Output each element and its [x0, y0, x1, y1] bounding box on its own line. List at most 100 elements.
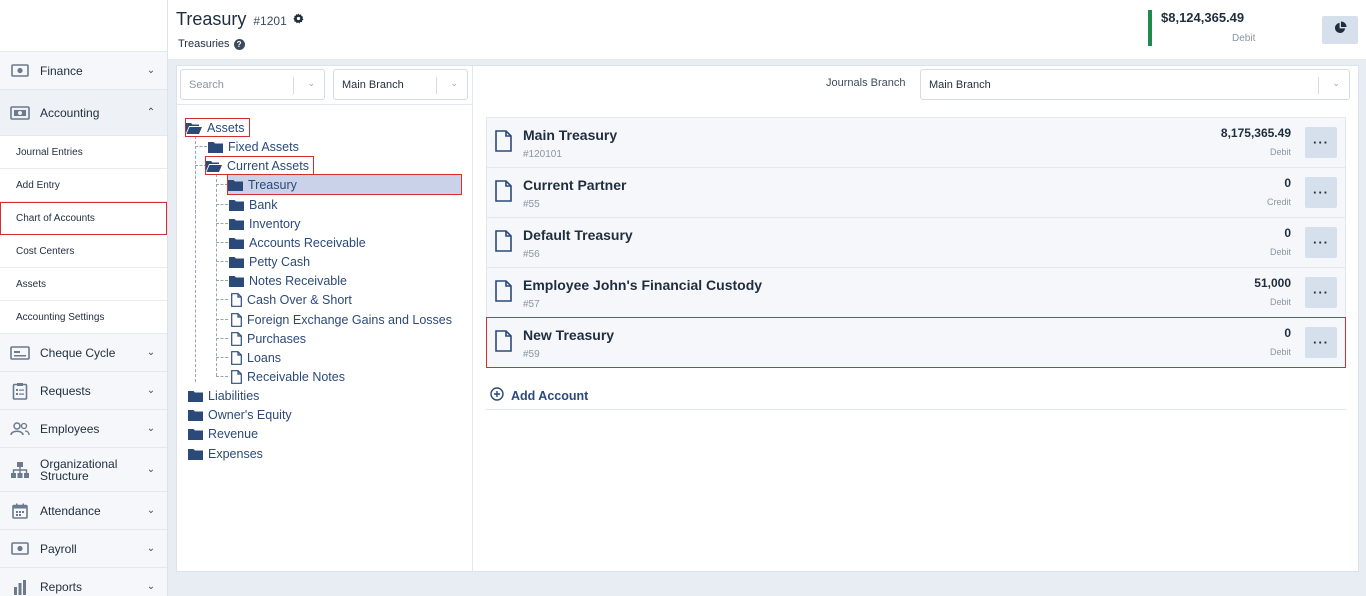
sub-assets[interactable]: Assets: [0, 268, 167, 301]
gear-icon[interactable]: [293, 13, 304, 27]
nav-attendance[interactable]: Attendance ⌄: [0, 492, 167, 530]
nav-reports[interactable]: Reports ⌄: [0, 568, 167, 596]
sub-journal-entries[interactable]: Journal Entries: [0, 136, 167, 169]
cheque-icon: [10, 345, 30, 361]
journals-branch-select[interactable]: Main Branch ⌄: [920, 69, 1350, 100]
branch-select-value: Main Branch: [342, 78, 404, 91]
account-card[interactable]: Current Partner #55 0 Credit ···: [486, 167, 1346, 217]
account-balance-type: Debit: [1269, 147, 1291, 157]
tree-node-label: Liabilities: [208, 388, 260, 403]
tree-node-label: Assets: [207, 120, 245, 135]
nav-employees[interactable]: Employees ⌄: [0, 410, 167, 448]
nav-finance[interactable]: Finance ⌄: [0, 52, 167, 90]
nav-org-structure[interactable]: Organizational Structure ⌄: [0, 448, 167, 492]
tree-node-current-assets[interactable]: Current Assets: [205, 156, 314, 175]
file-icon: [231, 331, 242, 346]
account-name: Default Treasury: [523, 227, 633, 243]
tree-node-label: Purchases: [247, 331, 307, 346]
more-actions-button[interactable]: ···: [1305, 227, 1337, 258]
tree-node-label: Notes Receivable: [249, 273, 347, 288]
users-icon: [10, 421, 30, 437]
chevron-down-icon: ⌄: [307, 78, 315, 88]
tree-node-purchases[interactable]: Purchases: [231, 330, 310, 347]
account-card[interactable]: Default Treasury #56 0 Debit ···: [486, 217, 1346, 267]
file-icon: [231, 292, 242, 307]
account-amount: 8,175,365.49: [1220, 126, 1291, 140]
nav-cheque-cycle-label: Cheque Cycle: [40, 345, 116, 360]
tree-node-label: Inventory: [249, 216, 301, 231]
branch-select[interactable]: Main Branch ⌄: [333, 69, 468, 100]
account-code: #56: [523, 249, 540, 260]
tree-node-treasury[interactable]: Treasury: [227, 174, 462, 195]
more-actions-button[interactable]: ···: [1305, 177, 1337, 208]
file-icon: [231, 369, 242, 384]
nav-payroll[interactable]: Payroll ⌄: [0, 530, 167, 568]
account-card[interactable]: Employee John's Financial Custody #57 51…: [486, 267, 1346, 317]
file-icon: [495, 180, 512, 207]
tree-node-liabilities[interactable]: Liabilities: [188, 387, 263, 404]
tree-node-label: Foreign Exchange Gains and Losses: [247, 312, 452, 327]
nav-payroll-label: Payroll: [40, 541, 77, 556]
accounts-list-pane: Journals Branch Main Branch ⌄ Main Treas…: [474, 66, 1358, 571]
nav-attendance-label: Attendance: [40, 503, 101, 518]
nav-requests[interactable]: Requests ⌄: [0, 372, 167, 410]
sidebar: Finance ⌄ Accounting ⌃ Journal Entries A…: [0, 0, 168, 596]
file-icon: [495, 230, 512, 257]
chevron-down-icon: ⌄: [146, 423, 156, 434]
account-cards: Main Treasury #120101 8,175,365.49 Debit…: [486, 117, 1346, 368]
nav-cheque-cycle[interactable]: Cheque Cycle ⌄: [0, 334, 167, 372]
balance-summary: $8,124,365.49 Debit: [1148, 10, 1278, 46]
folder-icon: [229, 237, 244, 249]
folder-icon: [229, 218, 244, 230]
account-code: #120101: [523, 149, 562, 160]
pie-chart-button[interactable]: [1322, 16, 1358, 44]
account-card[interactable]: New Treasury #59 0 Debit ···: [486, 317, 1346, 368]
tree-node-loans[interactable]: Loans: [231, 349, 285, 366]
tree-node-assets[interactable]: Assets: [185, 118, 250, 137]
more-actions-button[interactable]: ···: [1305, 327, 1337, 358]
account-amount: 51,000: [1254, 276, 1291, 290]
money-icon: [10, 105, 30, 121]
folder-icon: [229, 256, 244, 268]
tree-node-notes-receivable[interactable]: Notes Receivable: [229, 272, 351, 289]
tree-node-revenue[interactable]: Revenue: [188, 425, 262, 442]
sub-accounting-settings[interactable]: Accounting Settings: [0, 301, 167, 334]
tree-node-label: Accounts Receivable: [249, 235, 366, 250]
tree-node-label: Loans: [247, 350, 282, 365]
account-name: New Treasury: [523, 327, 615, 343]
tree-node-label: Treasury: [248, 177, 297, 192]
file-icon: [231, 350, 242, 365]
page-subtitle: Treasuries ?: [178, 38, 245, 50]
account-card[interactable]: Main Treasury #120101 8,175,365.49 Debit…: [486, 117, 1346, 167]
nav-accounting-label: Accounting: [40, 105, 100, 120]
add-account-button[interactable]: Add Account: [486, 382, 1346, 410]
tree-node-owners-equity[interactable]: Owner's Equity: [188, 406, 296, 423]
folder-open-icon: [206, 160, 222, 172]
account-balance-type: Debit: [1269, 297, 1291, 307]
sub-cost-centers[interactable]: Cost Centers: [0, 235, 167, 268]
help-icon[interactable]: ?: [233, 38, 245, 50]
sub-chart-of-accounts[interactable]: Chart of Accounts: [0, 202, 167, 235]
account-balance-type: Debit: [1269, 347, 1291, 357]
cash-icon: [10, 63, 30, 79]
tree-node-fx-gains-losses[interactable]: Foreign Exchange Gains and Losses: [231, 311, 456, 328]
tree-node-cash-over-short[interactable]: Cash Over & Short: [231, 291, 356, 308]
tree-search-input[interactable]: Search ⌄: [180, 69, 325, 100]
tree-node-accounts-receivable[interactable]: Accounts Receivable: [229, 234, 370, 251]
sub-add-entry[interactable]: Add Entry: [0, 169, 167, 202]
tree-node-expenses[interactable]: Expenses: [188, 445, 267, 462]
more-actions-button[interactable]: ···: [1305, 277, 1337, 308]
more-actions-button[interactable]: ···: [1305, 127, 1337, 158]
tree-node-petty-cash[interactable]: Petty Cash: [229, 253, 314, 270]
chevron-down-icon: ⌄: [146, 347, 156, 358]
tree-node-fixed-assets[interactable]: Fixed Assets: [208, 138, 303, 155]
page-header: Treasury #1201 Treasuries ? $8,124,365.4…: [168, 0, 1366, 60]
tree-node-inventory[interactable]: Inventory: [229, 215, 304, 232]
nav-accounting[interactable]: Accounting ⌃: [0, 90, 167, 136]
pie-chart-icon: [1334, 21, 1347, 39]
account-name: Employee John's Financial Custody: [523, 277, 763, 293]
tree-node-receivable-notes[interactable]: Receivable Notes: [231, 368, 349, 385]
tree-node-bank[interactable]: Bank: [229, 196, 282, 213]
nav-employees-label: Employees: [40, 421, 100, 436]
accounts-tree-pane: Search ⌄ Main Branch ⌄ Assets Fixed Asse…: [177, 66, 473, 571]
